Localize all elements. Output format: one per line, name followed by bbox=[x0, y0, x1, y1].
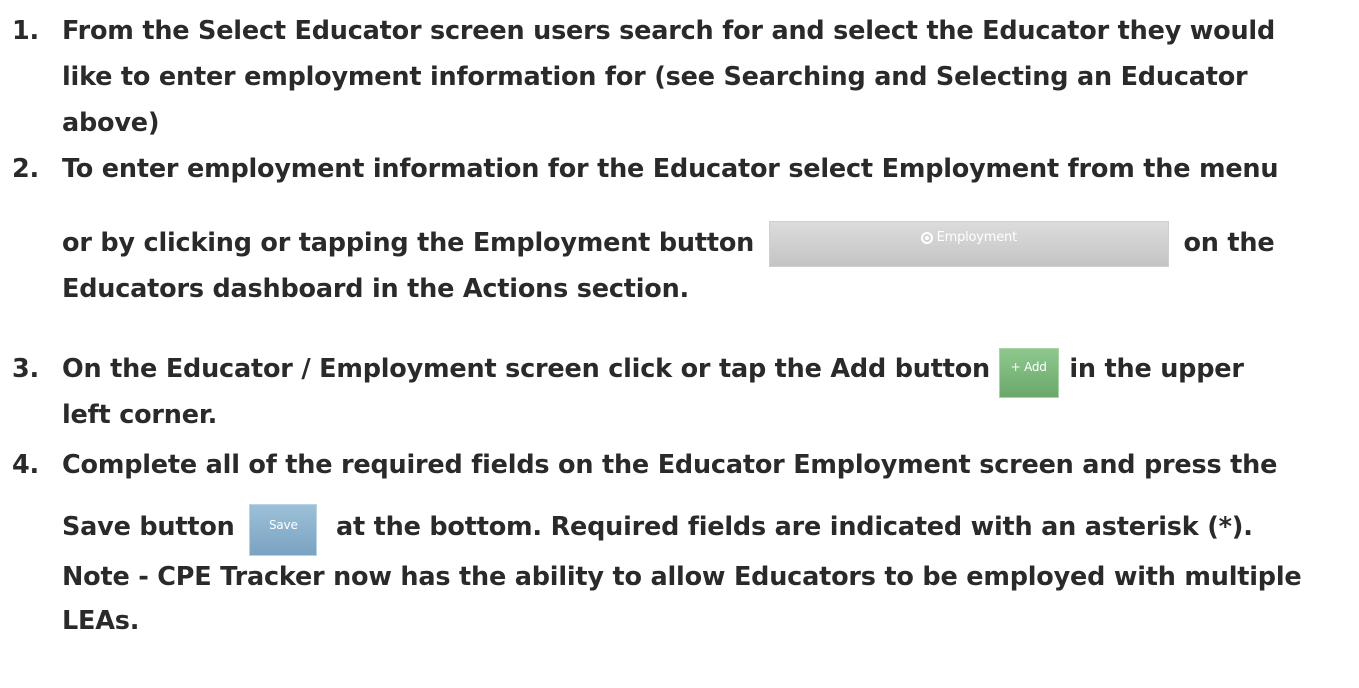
step-text-line: Educators dashboard in the Actions secti… bbox=[62, 274, 690, 304]
save-button-image: Save bbox=[249, 504, 318, 556]
circle-icon bbox=[920, 232, 933, 244]
document-page: 1. From the Select Educator screen users… bbox=[0, 0, 1359, 688]
employment-button-label: Employment bbox=[936, 230, 1018, 245]
save-button-label: Save bbox=[268, 518, 298, 532]
step-text-line: LEAs. bbox=[62, 606, 140, 636]
step-text-line-with-button: or by clicking or tapping the Employment… bbox=[62, 220, 1275, 267]
step-text-line-with-button: Save button Save at the bottom. Required… bbox=[62, 504, 1253, 556]
add-button-image: + Add bbox=[998, 348, 1059, 398]
step-text-line: Complete all of the required fields on t… bbox=[62, 450, 1278, 480]
step-number: 2. bbox=[12, 154, 40, 184]
step-text-line: Note - CPE Tracker now has the ability t… bbox=[62, 562, 1302, 592]
employment-button-image: Employment bbox=[768, 221, 1169, 267]
add-button-label: + Add bbox=[1010, 360, 1047, 374]
step-text-line: From the Select Educator screen users se… bbox=[62, 16, 1276, 46]
text-before-button: On the Educator / Employment screen clic… bbox=[62, 354, 999, 384]
step-number: 3. bbox=[12, 354, 40, 384]
step-text-line-with-button: On the Educator / Employment screen clic… bbox=[62, 346, 1244, 398]
text-after-button: at the bottom. Required fields are indic… bbox=[327, 512, 1253, 542]
text-before-button: Save button bbox=[62, 512, 244, 542]
text-after-button: in the upper bbox=[1060, 354, 1244, 384]
step-number: 1. bbox=[12, 16, 40, 46]
text-after-button: on the bbox=[1174, 228, 1275, 258]
text-before-button: or by clicking or tapping the Employment… bbox=[62, 228, 763, 258]
step-text-line: like to enter employment information for… bbox=[62, 62, 1248, 92]
step-text-line: above) bbox=[62, 108, 160, 138]
step-number: 4. bbox=[12, 450, 40, 480]
step-text-line: To enter employment information for the … bbox=[62, 154, 1279, 184]
step-text-line: left corner. bbox=[62, 400, 218, 430]
